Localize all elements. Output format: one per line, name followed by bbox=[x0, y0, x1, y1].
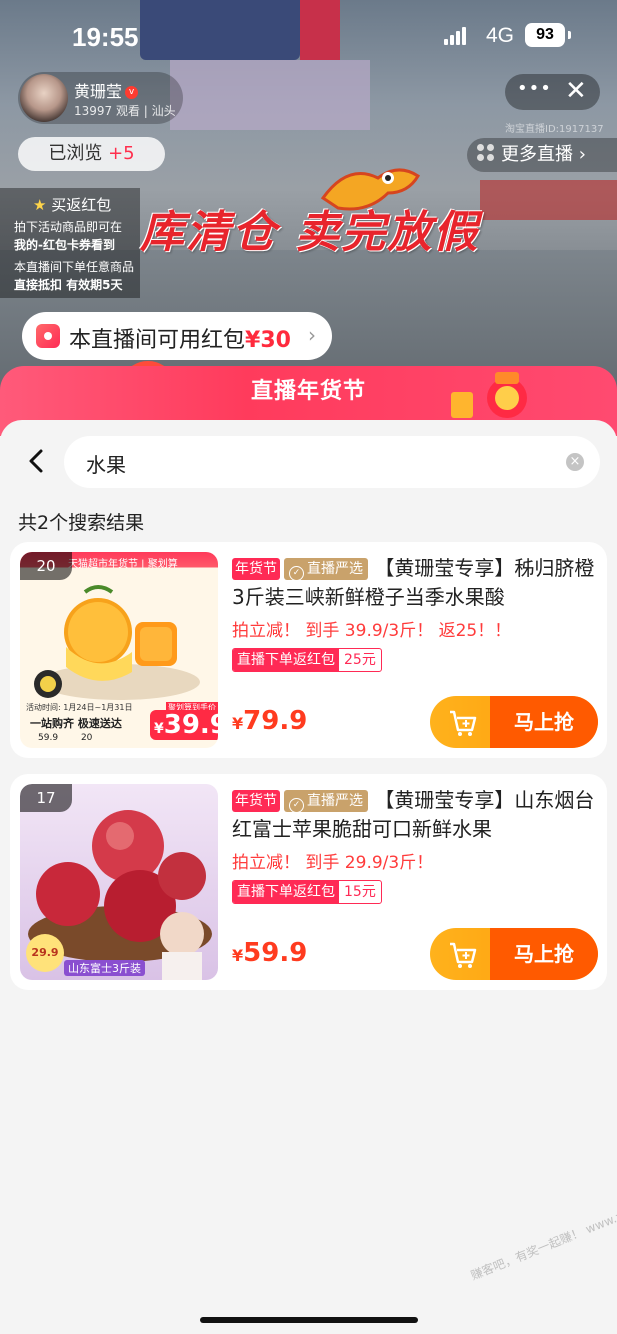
thumb-big-price: ¥39.9 bbox=[150, 710, 218, 740]
clear-icon[interactable]: × bbox=[566, 453, 584, 471]
more-icon[interactable]: ••• bbox=[517, 78, 552, 99]
avatar[interactable] bbox=[20, 74, 68, 122]
price-symbol: ¥ bbox=[232, 714, 244, 733]
chevron-right-icon: › bbox=[308, 323, 316, 347]
thumb-row1: 59.9 bbox=[38, 733, 59, 743]
check-icon: ✓ bbox=[289, 566, 304, 581]
battery-tip bbox=[568, 31, 571, 39]
coupon-amount: ¥30 bbox=[245, 328, 291, 353]
host-name: 黄珊莹 bbox=[74, 82, 123, 101]
search-result-sheet: 水果 × 共2个搜索结果 20 天猫超市年货节 | 聚划算 聚划算到手价 ¥39… bbox=[0, 420, 617, 1334]
signal-icon bbox=[444, 27, 468, 49]
thumb-currency: ¥ bbox=[154, 721, 164, 737]
close-icon[interactable]: ✕ bbox=[565, 76, 587, 106]
network-label: 4G bbox=[486, 24, 515, 47]
tag-zhibo-yanxuan-label: 直播严选 bbox=[307, 561, 363, 577]
product-price: ¥79.9 bbox=[232, 706, 307, 736]
red-packet-badge: 直播下单返红包 15元 bbox=[232, 880, 382, 904]
price-symbol: ¥ bbox=[232, 946, 244, 965]
host-viewers: 13997 观看 | 汕头 bbox=[74, 104, 176, 118]
price-value: 79.9 bbox=[243, 706, 308, 736]
tag-zhibo-yanxuan: ✓ 直播严选 bbox=[284, 558, 368, 581]
rp-line-2: 我的-红包卡券看到 bbox=[14, 238, 115, 252]
coupon-pill[interactable]: 本直播间可用红包¥30 › bbox=[22, 312, 332, 360]
product-title[interactable]: 年货节 ✓ 直播严选 【黄珊莹专享】山东烟台红富士苹果脆甜可口新鲜水果 bbox=[232, 786, 598, 844]
search-input[interactable]: 水果 × bbox=[64, 436, 600, 488]
chevron-right-icon: › bbox=[578, 144, 586, 165]
shelf-rack bbox=[170, 60, 370, 130]
host-info[interactable]: 黄珊莹 v 13997 观看 | 汕头 bbox=[18, 72, 183, 124]
product-thumbnail[interactable]: 17 29.9 山东富士3斤装 bbox=[20, 784, 218, 980]
check-icon: ✓ bbox=[289, 798, 304, 813]
buy-now-button[interactable]: 马上抢 bbox=[430, 696, 598, 748]
more-live-label: 更多直播 bbox=[501, 144, 573, 165]
battery-icon: 93 bbox=[525, 23, 565, 47]
rp-line-4: 直接抵扣 有效期5天 bbox=[14, 278, 123, 292]
more-live-button[interactable]: 更多直播 › bbox=[467, 138, 617, 172]
tag-nianhuojie: 年货节 bbox=[232, 558, 280, 580]
back-arrow-icon[interactable] bbox=[24, 448, 50, 474]
search-value[interactable]: 水果 bbox=[86, 449, 126, 478]
coupon-text: 本直播间可用红包 bbox=[69, 328, 246, 353]
clearance-banner: 库清仓 卖完放假 bbox=[140, 207, 480, 258]
result-count: 共2个搜索结果 bbox=[18, 512, 145, 534]
thumb-row: 59.9 20 bbox=[38, 733, 92, 743]
rp-label: 直播下单返红包 bbox=[233, 881, 339, 903]
product-title[interactable]: 年货节 ✓ 直播严选 【黄珊莹专享】秭归脐橙3斤装三峡新鲜橙子当季水果酸 bbox=[232, 554, 598, 612]
live-id: 淘宝直播ID:1917137 bbox=[505, 124, 604, 135]
rank-badge: 20 bbox=[20, 552, 72, 580]
buy-now-label[interactable]: 马上抢 bbox=[490, 696, 598, 748]
tag-zhibo-yanxuan-label: 直播严选 bbox=[307, 793, 363, 809]
browsed-button[interactable]: 已浏览 +5 bbox=[18, 137, 165, 171]
promo-text: 拍立减！ 到手 39.9/3斤！ 返25！！ bbox=[232, 621, 512, 641]
red-packet-badge: 直播下单返红包 25元 bbox=[232, 648, 382, 672]
grid-icon bbox=[477, 144, 495, 162]
top-right-controls: ••• ✕ bbox=[505, 74, 600, 110]
tag-zhibo-yanxuan: ✓ 直播严选 bbox=[284, 790, 368, 813]
promo-text: 拍立减！ 到手 29.9/3斤！ bbox=[232, 853, 434, 873]
thumb-row2: 20 bbox=[80, 733, 93, 743]
cart-add-icon[interactable] bbox=[430, 928, 490, 980]
verified-icon: v bbox=[125, 86, 139, 99]
red-packet-icon bbox=[36, 324, 60, 348]
thumb-caption: 山东富士3斤装 bbox=[64, 960, 145, 976]
price-value: 59.9 bbox=[243, 938, 308, 968]
product-card[interactable]: 20 天猫超市年货节 | 聚划算 聚划算到手价 ¥39.9 活动时间: 1月24… bbox=[10, 542, 607, 758]
gift-icon bbox=[451, 372, 527, 418]
browsed-count: +5 bbox=[108, 143, 135, 164]
thumb-slogan: 一站购齐 极速送达 bbox=[30, 717, 122, 730]
thumb-badge: 29.9 bbox=[26, 934, 64, 972]
status-bar: 19:55 4G 93 bbox=[0, 18, 617, 58]
status-time: 19:55 bbox=[72, 22, 139, 52]
buy-now-button[interactable]: 马上抢 bbox=[430, 928, 598, 980]
rp-amount: 15元 bbox=[344, 884, 376, 900]
rp-panel-title: 买返红包 bbox=[51, 196, 112, 214]
cart-add-icon[interactable] bbox=[430, 696, 490, 748]
red-pipe bbox=[480, 180, 617, 220]
tag-nianhuojie: 年货节 bbox=[232, 790, 280, 812]
rp-line-1: 拍下活动商品即可在 bbox=[14, 220, 123, 234]
rank-badge: 17 bbox=[20, 784, 72, 812]
product-thumbnail[interactable]: 20 天猫超市年货节 | 聚划算 聚划算到手价 ¥39.9 活动时间: 1月24… bbox=[20, 552, 218, 748]
product-price: ¥59.9 bbox=[232, 938, 307, 968]
thumb-big-price-value: 39.9 bbox=[163, 710, 218, 740]
buy-now-label[interactable]: 马上抢 bbox=[490, 928, 598, 980]
home-indicator[interactable] bbox=[200, 1317, 418, 1323]
rp-amount: 25元 bbox=[344, 652, 376, 668]
red-packet-info-panel[interactable]: ★ 买返红包 拍下活动商品即可在 我的-红包卡券看到 本直播间下单任意商品 直接… bbox=[0, 188, 140, 298]
rp-line-3: 本直播间下单任意商品 bbox=[14, 260, 135, 274]
thumb-date: 活动时间: 1月24日~1月31日 bbox=[26, 703, 133, 712]
rp-label: 直播下单返红包 bbox=[233, 649, 339, 671]
product-card[interactable]: 17 29.9 山东富士3斤装 年货节 ✓ 直播严选 【黄珊莹专享】山东烟台红富士苹… bbox=[10, 774, 607, 990]
star-icon: ★ bbox=[33, 196, 47, 214]
browsed-label: 已浏览 bbox=[48, 143, 103, 164]
